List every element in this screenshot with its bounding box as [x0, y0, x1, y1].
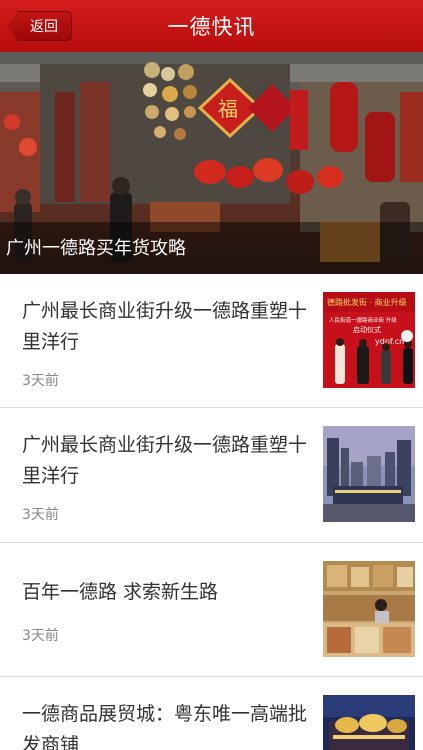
back-button-label: 返回: [30, 19, 58, 35]
news-title: 广州最长商业街升级一德路重塑十里洋行: [22, 300, 308, 353]
page-title: 一德快讯: [167, 15, 256, 39]
news-item[interactable]: 广州最长商业街升级一德路重塑十里洋行 3天前: [0, 408, 423, 543]
night-building-image: [323, 695, 415, 750]
news-thumbnail: [323, 561, 415, 657]
banner-line3: 启动仪式: [353, 325, 381, 334]
hero-caption: 广州一德路买年货攻略: [0, 222, 423, 274]
news-time: 3天前: [22, 373, 59, 389]
news-time: 3天前: [22, 507, 59, 523]
news-list: 广州最长商业街升级一德路重塑十里洋行 3天前 德路批发街 · 商业升级 人民街道…: [0, 274, 423, 750]
news-thumbnail: [323, 695, 415, 750]
news-title: 百年一德路 求索新生路: [22, 581, 219, 603]
banner-url: ydpf.cn: [375, 337, 404, 346]
hero-banner[interactable]: 福 广州一德路买年货攻略: [0, 52, 423, 274]
banner-line1: 德路批发街 · 商业升级: [327, 297, 407, 307]
ceremony-image: 德路批发街 · 商业升级 人民街道一德路商业街 升级 启动仪式 ydpf.cn: [323, 292, 415, 388]
app-header: 返回 一德快讯: [0, 0, 423, 52]
news-time: 3天前: [22, 628, 59, 644]
svg-text:福: 福: [218, 97, 238, 121]
news-item[interactable]: 一德商品展贸城：粤东唯一高端批发商铺: [0, 677, 423, 750]
news-item[interactable]: 广州最长商业街升级一德路重塑十里洋行 3天前 德路批发街 · 商业升级 人民街道…: [0, 274, 423, 408]
banner-line2: 人民街道一德路商业街 升级: [329, 316, 397, 324]
news-item[interactable]: 百年一德路 求索新生路 3天前: [0, 543, 423, 677]
news-title: 广州最长商业街升级一德路重塑十里洋行: [22, 434, 308, 487]
dried-goods-shop-image: [323, 561, 415, 657]
back-button[interactable]: 返回: [8, 11, 72, 41]
city-buildings-image: [323, 426, 415, 522]
news-thumbnail: 德路批发街 · 商业升级 人民街道一德路商业街 升级 启动仪式 ydpf.cn: [323, 292, 415, 388]
news-thumbnail: [323, 426, 415, 522]
news-title: 一德商品展贸城：粤东唯一高端批发商铺: [22, 703, 308, 750]
